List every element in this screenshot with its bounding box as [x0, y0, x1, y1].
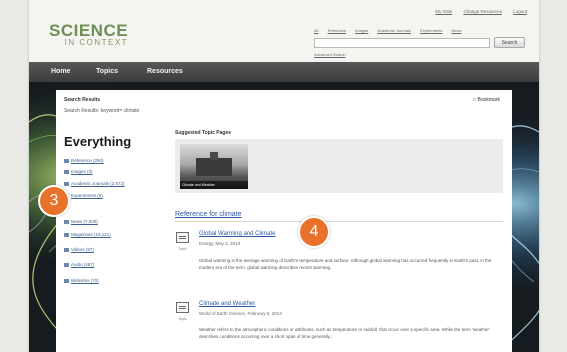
bookmark-link[interactable]: □ Bookmark [473, 97, 500, 103]
bookmark-icon: □ [473, 97, 477, 103]
advanced-search-link[interactable]: Advanced Search [314, 52, 346, 57]
facet-news[interactable]: News (7,500) [64, 219, 98, 224]
facet-reference[interactable]: Reference (290) [64, 158, 104, 163]
search-results-query: Search Results: keyword= climate [64, 108, 140, 114]
topic-caption: Climate and Weather [180, 181, 248, 189]
search-tab-images[interactable]: Images [355, 28, 368, 33]
bookmark-label: Bookmark [477, 97, 500, 103]
topic-thumbnail[interactable]: Climate and Weather [180, 144, 248, 189]
divider [175, 221, 503, 222]
facet-experiments[interactable]: Experiments (5) [64, 193, 103, 198]
facet-magazines[interactable]: Magazines (19,121) [64, 232, 111, 237]
topic-image-shape-top [210, 152, 218, 160]
facet-websites[interactable]: Websites (70) [64, 278, 99, 283]
result-title-link[interactable]: Global Warming and Climate [199, 231, 275, 237]
suggested-topics-label: Suggested Topic Pages [175, 130, 232, 136]
top-links: My Gale Change Resources Logout [425, 9, 527, 14]
search-tab-all[interactable]: All [314, 28, 318, 33]
search-tab-news[interactable]: News [451, 28, 461, 33]
nav-topics[interactable]: Topics [96, 68, 118, 75]
result-meta: Energy, May 2, 2013 [199, 241, 241, 246]
science-in-context-logo[interactable]: SCIENCE IN CONTEXT [49, 22, 128, 47]
result-meta: World of Earth Science, February 6, 2014 [199, 311, 282, 316]
facet-images[interactable]: Images (3) [64, 169, 93, 174]
results-card: Search Results Search Results: keyword= … [56, 90, 512, 352]
nav-resources[interactable]: Resources [147, 68, 183, 75]
search-tabs: All Reference Images Academic Journals E… [314, 28, 469, 33]
suggested-topics-panel: Climate and Weather [175, 139, 503, 193]
nav-home[interactable]: Home [51, 68, 70, 75]
result-type-label: Topic [178, 247, 187, 251]
main-nav: Home Topics Resources [29, 62, 539, 82]
window-frame: SCIENCE IN CONTEXT My Gale Change Resour… [0, 0, 567, 352]
search-input[interactable] [314, 38, 490, 48]
result-snippet: Global warming is the average warming of… [199, 258, 492, 270]
logout-link[interactable]: Logout [513, 9, 527, 14]
result-type-label: Topic [178, 317, 187, 321]
facet-academic-journals[interactable]: Academic Journals (2,672) [64, 181, 125, 186]
search-results-heading: Search Results [64, 97, 101, 103]
facet-videos[interactable]: Videos (87) [64, 247, 94, 252]
search-tab-reference[interactable]: Reference [328, 28, 346, 33]
search-tab-experiments[interactable]: Experiments [420, 28, 442, 33]
everything-heading: Everything [64, 134, 132, 149]
result-title-link[interactable]: Climate and Weather [199, 301, 255, 307]
search-tab-academic-journals[interactable]: Academic Journals [377, 28, 411, 33]
result-snippet: Weather refers to the atmospheric condit… [199, 327, 490, 339]
my-gale-link[interactable]: My Gale [435, 9, 452, 14]
callout-badge-4: 4 [298, 216, 330, 248]
site-header: SCIENCE IN CONTEXT My Gale Change Resour… [29, 0, 539, 62]
document-icon [176, 302, 189, 313]
browser-page: SCIENCE IN CONTEXT My Gale Change Resour… [29, 0, 539, 352]
reference-heading-link[interactable]: Reference for climate [175, 211, 242, 218]
topic-image-shape [196, 158, 232, 176]
search-button[interactable]: Search [494, 37, 525, 48]
change-resources-link[interactable]: Change Resources [463, 9, 502, 14]
callout-badge-3: 3 [38, 185, 70, 217]
logo-main: SCIENCE [49, 21, 129, 40]
document-icon [176, 232, 189, 243]
facet-audio[interactable]: Audio (487) [64, 262, 94, 267]
